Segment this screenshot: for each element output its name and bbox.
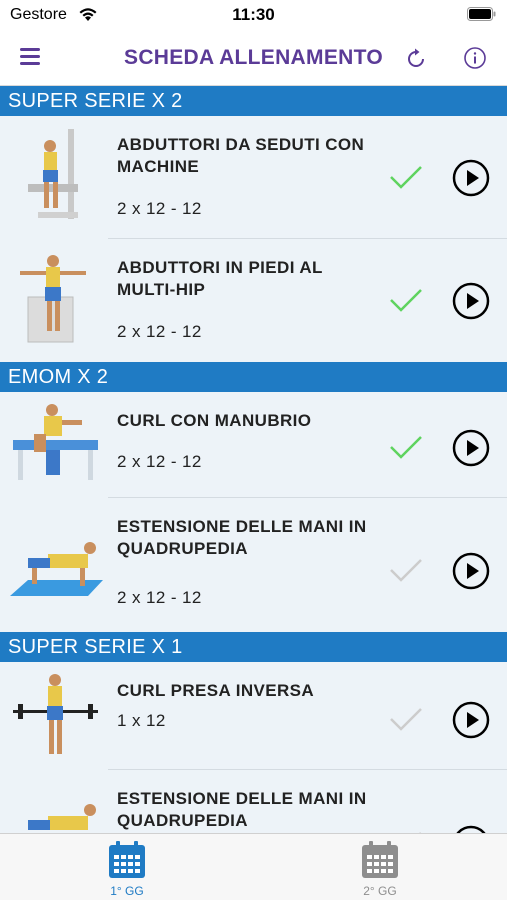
section-header: EMOM X 2 — [0, 362, 507, 392]
exercise-name: ABDUTTORI DA SEDUTI CON MACHINE — [117, 135, 365, 176]
tab-bar: 1° GG 2° GG — [0, 833, 507, 900]
exercise-name: ESTENSIONE DELLE MANI IN QUADRUPEDIA — [117, 517, 367, 558]
calendar-icon — [109, 841, 145, 878]
tab-label: 1° GG — [110, 884, 144, 898]
play-icon[interactable] — [452, 159, 490, 197]
check-icon[interactable] — [388, 162, 424, 192]
exercise-row[interactable]: ESTENSIONE DELLE MANI IN QUADRUPEDIA 2 x… — [0, 498, 507, 632]
tab-day-2[interactable]: 2° GG — [330, 840, 430, 898]
play-icon[interactable] — [452, 429, 490, 467]
status-bar: Gestore 11:30 — [0, 0, 507, 32]
tab-label: 2° GG — [363, 884, 397, 898]
play-icon[interactable] — [452, 552, 490, 590]
navigation-bar: SCHEDA ALLENAMENTO — [0, 32, 507, 86]
exercise-row[interactable]: ABDUTTORI DA SEDUTI CON MACHINE 2 x 12 -… — [0, 116, 507, 239]
exercise-reps: 2 x 12 - 12 — [117, 322, 202, 341]
play-icon[interactable] — [452, 282, 490, 320]
workout-list[interactable]: SUPER SERIE X 2 ABDUTTORI DA SEDUTI CON … — [0, 86, 507, 833]
info-icon[interactable] — [463, 46, 487, 70]
exercise-reps: 2 x 12 - 12 — [117, 588, 202, 607]
exercise-row[interactable]: ABDUTTORI IN PIEDI AL MULTI-HIP 2 x 12 -… — [0, 239, 507, 362]
tab-day-1[interactable]: 1° GG — [77, 840, 177, 898]
exercise-thumbnail — [28, 129, 78, 219]
exercise-row[interactable]: CURL PRESA INVERSA 1 x 12 — [0, 662, 507, 770]
section-header: SUPER SERIE X 1 — [0, 632, 507, 662]
exercise-name: ESTENSIONE DELLE MANI IN QUADRUPEDIA — [117, 789, 367, 830]
check-icon[interactable] — [388, 432, 424, 462]
play-icon[interactable] — [452, 825, 490, 833]
exercise-thumbnail — [10, 542, 103, 596]
exercise-row[interactable]: CURL CON MANUBRIO 2 x 12 - 12 — [0, 392, 507, 498]
exercise-reps: 1 x 12 — [117, 711, 166, 730]
check-icon[interactable] — [388, 555, 424, 585]
clock: 11:30 — [232, 5, 275, 24]
exercise-thumbnail — [28, 804, 96, 830]
check-icon[interactable] — [388, 704, 424, 734]
page-title: SCHEDA ALLENAMENTO — [124, 46, 383, 69]
check-icon[interactable] — [388, 285, 424, 315]
exercise-thumbnail — [20, 255, 86, 343]
exercise-name: CURL CON MANUBRIO — [117, 411, 312, 430]
exercise-thumbnail — [13, 404, 98, 480]
calendar-icon — [362, 841, 398, 878]
exercise-thumbnail — [13, 674, 98, 754]
battery-icon — [467, 7, 496, 21]
play-icon[interactable] — [452, 701, 490, 739]
section-header: SUPER SERIE X 2 — [0, 86, 507, 116]
exercise-row[interactable]: ESTENSIONE DELLE MANI IN QUADRUPEDIA — [0, 770, 507, 833]
exercise-reps: 2 x 12 - 12 — [117, 199, 202, 218]
exercise-name: ABDUTTORI IN PIEDI AL MULTI-HIP — [117, 258, 323, 299]
refresh-icon[interactable] — [403, 46, 429, 72]
exercise-reps: 2 x 12 - 12 — [117, 452, 202, 471]
exercise-name: CURL PRESA INVERSA — [117, 681, 315, 700]
